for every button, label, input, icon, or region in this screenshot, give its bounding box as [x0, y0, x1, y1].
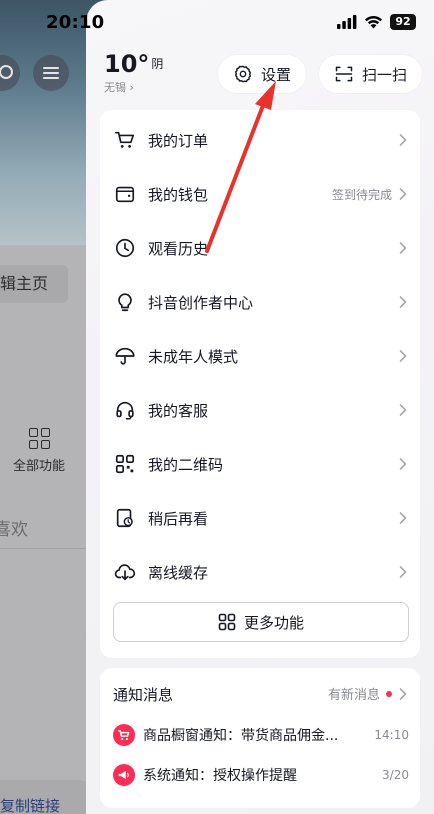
bulb-icon	[112, 289, 138, 315]
chevron-right-icon	[398, 133, 408, 147]
more-functions-label: 更多功能	[243, 613, 304, 632]
headset-icon	[112, 397, 138, 423]
menu-item-label: 未成年人模式	[148, 347, 239, 366]
menu-item-customer-service[interactable]: 我的客服	[100, 383, 420, 437]
menu-item-offline-cache[interactable]: 离线缓存	[100, 545, 420, 599]
chevron-right-icon	[398, 349, 408, 363]
settings-button[interactable]: 设置	[218, 55, 306, 93]
menu-item-wallet[interactable]: 我的钱包 签到待完成	[100, 167, 420, 221]
menu-item-label: 观看历史	[148, 239, 209, 258]
scan-icon	[335, 66, 353, 82]
notification-status[interactable]: 有新消息	[328, 684, 408, 703]
background-edit-profile-chip: 辑主页	[0, 265, 68, 303]
background-all-functions-label: 全部功能	[12, 459, 65, 474]
menu-item-label: 稍后再看	[148, 509, 209, 528]
signal-icon	[337, 15, 357, 29]
wifi-icon	[365, 15, 382, 29]
settings-label: 设置	[260, 65, 291, 84]
menu-card: 我的订单 我的钱包 签到待完成 观看历史 抖音创作者中心 未成年人模式 我的客服…	[100, 110, 420, 658]
chevron-right-icon	[398, 241, 408, 255]
background-menu-icon	[33, 55, 69, 91]
chevron-right-icon	[398, 511, 408, 525]
weather-city: 无锡 ›	[104, 81, 134, 94]
menu-item-minor-mode[interactable]: 未成年人模式	[100, 329, 420, 383]
menu-item-creator-center[interactable]: 抖音创作者中心	[100, 275, 420, 329]
notification-text: 商品橱窗通知：带货商品佣金...	[143, 728, 339, 744]
menu-item-history[interactable]: 观看历史	[100, 221, 420, 275]
notification-time: 14:10	[374, 728, 409, 742]
clock-icon	[112, 235, 138, 261]
weather-widget[interactable]: 10° 阴 无锡 ›	[104, 50, 163, 95]
chevron-right-icon	[398, 565, 408, 579]
notification-title: 通知消息	[113, 686, 174, 704]
scan-button[interactable]: 扫一扫	[319, 55, 422, 93]
battery-indicator: 92	[390, 14, 416, 30]
menu-item-label: 离线缓存	[148, 563, 209, 582]
weather-condition: 阴	[151, 57, 164, 71]
unread-dot	[386, 690, 392, 697]
wallet-icon	[112, 181, 138, 207]
chevron-right-icon	[398, 295, 408, 309]
chevron-right-icon	[398, 403, 408, 417]
menu-item-watch-later[interactable]: 稍后再看	[100, 491, 420, 545]
weather-temperature: 10°	[104, 50, 150, 78]
qrcode-icon	[112, 451, 138, 477]
background-copy-link: 复制链接	[0, 780, 90, 814]
menu-item-extra: 签到待完成	[331, 187, 392, 202]
gear-icon	[234, 65, 252, 83]
status-time: 20:10	[46, 12, 105, 33]
chevron-right-icon	[399, 687, 407, 700]
notification-item-system[interactable]: 系统通知：授权操作提醒 3/20	[113, 763, 409, 787]
notification-status-label: 有新消息	[327, 688, 380, 703]
shop-cart-icon	[113, 724, 135, 746]
umbrella-icon	[112, 343, 138, 369]
megaphone-icon	[113, 764, 135, 786]
notification-item-showcase[interactable]: 商品橱窗通知：带货商品佣金... 14:10	[113, 723, 409, 747]
status-icons: 92	[337, 14, 416, 30]
notification-text: 系统通知：授权操作提醒	[143, 768, 297, 784]
background-like-tab: 喜欢	[0, 520, 28, 540]
grid-icon	[28, 428, 50, 449]
scan-label: 扫一扫	[361, 65, 407, 84]
chevron-right-icon	[398, 187, 408, 201]
notification-time: 3/20	[382, 768, 409, 782]
menu-item-label: 我的客服	[148, 401, 209, 420]
background-all-functions: 全部功能	[8, 426, 70, 474]
menu-item-label: 我的钱包	[148, 185, 209, 204]
menu-item-label: 我的二维码	[148, 455, 224, 474]
cloud-download-icon	[112, 559, 138, 585]
more-functions-button[interactable]: 更多功能	[113, 602, 409, 642]
watch-later-icon	[112, 505, 138, 531]
cart-icon	[112, 127, 138, 153]
menu-item-qrcode[interactable]: 我的二维码	[100, 437, 420, 491]
grid-icon	[218, 613, 236, 631]
menu-item-label: 我的订单	[148, 131, 209, 150]
chevron-right-icon	[398, 457, 408, 471]
background-search-icon	[0, 55, 20, 91]
menu-item-label: 抖音创作者中心	[148, 293, 254, 312]
menu-item-orders[interactable]: 我的订单	[100, 113, 420, 167]
